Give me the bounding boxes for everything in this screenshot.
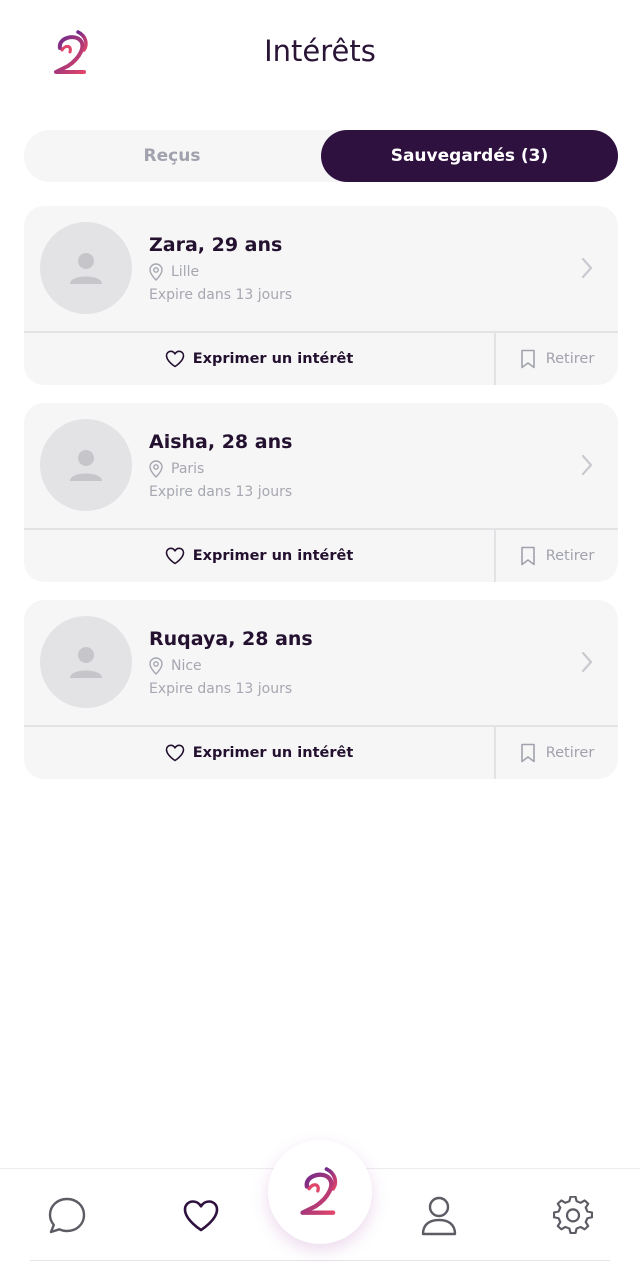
profile-card: Zara, 29 ans Lille Expire dans 13 jours … bbox=[24, 206, 618, 385]
profile-card: Ruqaya, 28 ans Nice Expire dans 13 jours… bbox=[24, 600, 618, 779]
profile-card-header[interactable]: Aisha, 28 ans Paris Expire dans 13 jours bbox=[24, 403, 618, 528]
location-pin-icon bbox=[149, 657, 163, 675]
express-interest-label: Exprimer un intérêt bbox=[192, 351, 354, 367]
express-interest-label: Exprimer un intérêt bbox=[192, 745, 354, 761]
avatar bbox=[40, 222, 132, 314]
profile-location-label: Paris bbox=[171, 461, 205, 477]
profile-name: Zara, 29 ans bbox=[149, 234, 283, 256]
profile-card-header[interactable]: Zara, 29 ans Lille Expire dans 13 jours bbox=[24, 206, 618, 331]
bookmark-icon bbox=[520, 349, 535, 369]
remove-label: Retirer bbox=[545, 745, 595, 761]
chat-icon bbox=[48, 1197, 86, 1234]
page-title: Intérêts bbox=[264, 34, 376, 68]
express-interest-label: Exprimer un intérêt bbox=[192, 548, 354, 564]
express-interest-button[interactable]: Exprimer un intérêt bbox=[24, 530, 494, 582]
express-interest-button[interactable]: Exprimer un intérêt bbox=[24, 727, 494, 779]
profile-location: Nice bbox=[149, 657, 202, 675]
chevron-right-icon bbox=[581, 651, 593, 673]
remove-button[interactable]: Retirer bbox=[496, 530, 618, 582]
profile-expiry: Expire dans 13 jours bbox=[149, 681, 293, 697]
card-actions: Exprimer un intérêt Retirer bbox=[24, 530, 618, 582]
chevron-right-icon bbox=[581, 257, 593, 279]
remove-button[interactable]: Retirer bbox=[496, 333, 618, 385]
remove-label: Retirer bbox=[545, 351, 595, 367]
heart-outline-icon bbox=[165, 350, 185, 368]
card-actions: Exprimer un intérêt Retirer bbox=[24, 727, 618, 779]
bookmark-icon bbox=[520, 743, 535, 763]
heart-outline-icon bbox=[165, 547, 185, 565]
profile-icon bbox=[421, 1196, 457, 1236]
header: Intérêts bbox=[0, 0, 640, 108]
tab-received[interactable]: Reçus bbox=[24, 130, 320, 182]
profile-card: Aisha, 28 ans Paris Expire dans 13 jours… bbox=[24, 403, 618, 582]
card-actions: Exprimer un intérêt Retirer bbox=[24, 333, 618, 385]
home-logo-button[interactable] bbox=[268, 1140, 372, 1244]
remove-label: Retirer bbox=[545, 548, 595, 564]
remove-button[interactable]: Retirer bbox=[496, 727, 618, 779]
location-pin-icon bbox=[149, 263, 163, 281]
profile-name: Ruqaya, 28 ans bbox=[149, 628, 313, 650]
bookmark-icon bbox=[520, 546, 535, 566]
saved-profiles-list: Zara, 29 ans Lille Expire dans 13 jours … bbox=[24, 206, 618, 797]
user-placeholder-icon bbox=[70, 253, 102, 284]
express-interest-button[interactable]: Exprimer un intérêt bbox=[24, 333, 494, 385]
segmented-tabs: Reçus Sauvegardés (3) bbox=[24, 130, 618, 182]
profile-name: Aisha, 28 ans bbox=[149, 431, 293, 453]
profile-location-label: Nice bbox=[171, 658, 202, 674]
profile-expiry: Expire dans 13 jours bbox=[149, 287, 293, 303]
settings-icon bbox=[553, 1196, 593, 1235]
heart-icon bbox=[183, 1200, 219, 1232]
avatar bbox=[40, 419, 132, 511]
nav-chat[interactable] bbox=[22, 1169, 112, 1262]
profile-location: Lille bbox=[149, 263, 199, 281]
nav-bottom-divider bbox=[30, 1260, 610, 1261]
nav-settings[interactable] bbox=[528, 1169, 618, 1262]
profile-location: Paris bbox=[149, 460, 204, 478]
nav-interests[interactable] bbox=[156, 1169, 246, 1262]
profile-expiry: Expire dans 13 jours bbox=[149, 484, 293, 500]
user-placeholder-icon bbox=[70, 647, 102, 678]
heart-outline-icon bbox=[165, 744, 185, 762]
chevron-right-icon bbox=[581, 454, 593, 476]
profile-location-label: Lille bbox=[171, 264, 200, 280]
brand-logo-icon bbox=[300, 1167, 338, 1215]
avatar bbox=[40, 616, 132, 708]
nav-profile[interactable] bbox=[394, 1169, 484, 1262]
location-pin-icon bbox=[149, 460, 163, 478]
tab-saved[interactable]: Sauvegardés (3) bbox=[321, 130, 618, 182]
user-placeholder-icon bbox=[70, 450, 102, 481]
profile-card-header[interactable]: Ruqaya, 28 ans Nice Expire dans 13 jours bbox=[24, 600, 618, 725]
